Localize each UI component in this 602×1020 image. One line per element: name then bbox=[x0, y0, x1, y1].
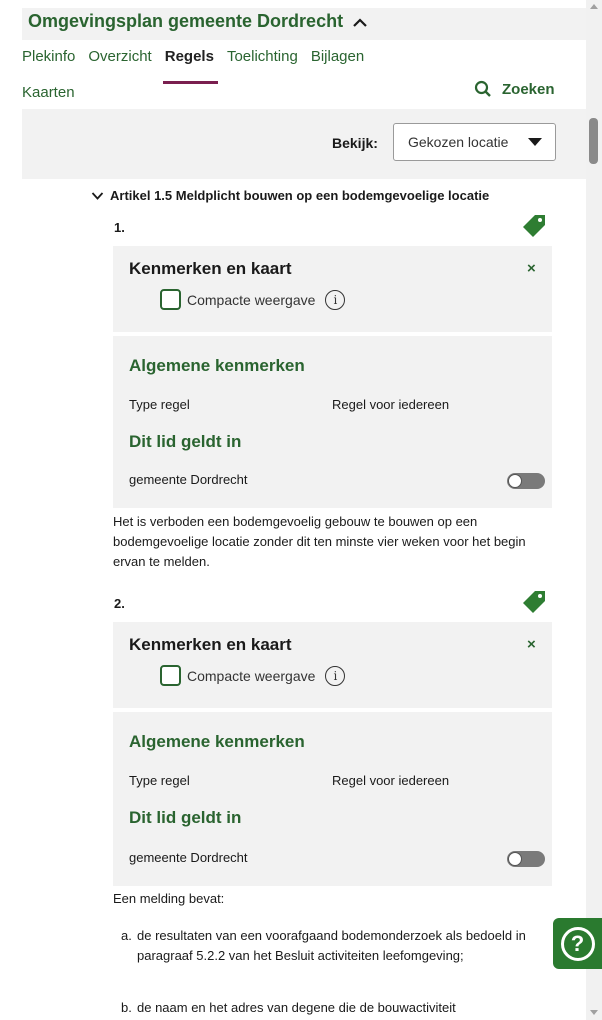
list-marker: a. bbox=[121, 928, 132, 943]
compact-view-checkbox[interactable] bbox=[160, 665, 181, 686]
plan-title[interactable]: Omgevingsplan gemeente Dordrecht bbox=[28, 11, 369, 32]
list-item: a. de resultaten van een voorafgaand bod… bbox=[121, 926, 541, 966]
scrollbar[interactable] bbox=[586, 0, 602, 1020]
tab-bijlagen[interactable]: Bijlagen bbox=[311, 48, 364, 74]
view-label: Bekijk: bbox=[332, 135, 378, 151]
features-panel: Kenmerken en kaart × Compacte weergave i bbox=[113, 246, 552, 332]
chevron-up-icon[interactable] bbox=[351, 15, 369, 29]
rule-type-label: Type regel bbox=[129, 397, 190, 412]
help-icon: ? bbox=[560, 926, 595, 961]
search-icon bbox=[474, 80, 491, 97]
scrollbar-thumb[interactable] bbox=[589, 118, 598, 164]
location-label: gemeente Dordrecht bbox=[129, 850, 248, 865]
plan-header[interactable]: Omgevingsplan gemeente Dordrecht bbox=[22, 8, 586, 40]
tag-icon[interactable] bbox=[522, 214, 546, 238]
toggle-knob bbox=[508, 852, 522, 866]
general-features-title: Algemene kenmerken bbox=[129, 732, 305, 751]
toggle-knob bbox=[508, 474, 522, 488]
page: Omgevingsplan gemeente Dordrecht Plekinf… bbox=[0, 0, 586, 1020]
close-icon[interactable]: × bbox=[527, 636, 536, 653]
compact-view-row: Compacte weergave i bbox=[160, 665, 346, 686]
chevron-down-icon bbox=[91, 191, 104, 200]
tab-kaarten[interactable]: Kaarten bbox=[22, 84, 75, 101]
view-select-value: Gekozen locatie bbox=[408, 134, 509, 150]
plan-title-text: Omgevingsplan gemeente Dordrecht bbox=[28, 11, 344, 31]
rule-type-label: Type regel bbox=[129, 773, 190, 788]
member-number: 2. bbox=[114, 596, 125, 611]
view-bar: Bekijk: Gekozen locatie bbox=[22, 109, 586, 179]
location-toggle[interactable] bbox=[507, 851, 545, 867]
list-marker: b. bbox=[121, 1000, 132, 1015]
list-item-text: de resultaten van een voorafgaand bodemo… bbox=[137, 928, 526, 963]
info-icon[interactable]: i bbox=[325, 665, 346, 686]
search-button[interactable]: Zoeken bbox=[474, 80, 555, 98]
rule-type-value: Regel voor iedereen bbox=[332, 773, 450, 788]
search-label: Zoeken bbox=[502, 80, 555, 98]
info-icon[interactable]: i bbox=[325, 289, 346, 310]
article-heading[interactable]: Artikel 1.5 Meldplicht bouwen op een bod… bbox=[91, 188, 489, 203]
panel-title: Kenmerken en kaart bbox=[129, 635, 292, 654]
rule-type-value: Regel voor iedereen bbox=[332, 397, 450, 412]
compact-view-row: Compacte weergave i bbox=[160, 289, 346, 310]
tab-plekinfo[interactable]: Plekinfo bbox=[22, 48, 75, 74]
dropdown-arrow-icon bbox=[528, 138, 542, 146]
list-item-text: de naam en het adres van degene die de b… bbox=[137, 1000, 456, 1015]
member-text: Een melding bevat: bbox=[113, 891, 225, 906]
member-text: Het is verboden een bodemgevoelig gebouw… bbox=[113, 514, 526, 569]
compact-view-checkbox[interactable] bbox=[160, 289, 181, 310]
features-panel: Kenmerken en kaart × Compacte weergave i bbox=[113, 622, 552, 708]
tab-toelichting[interactable]: Toelichting bbox=[227, 48, 298, 74]
help-button[interactable]: ? bbox=[553, 918, 602, 969]
scroll-down-icon[interactable] bbox=[590, 1010, 598, 1015]
view-select[interactable]: Gekozen locatie bbox=[393, 123, 556, 161]
tab-regels[interactable]: Regels bbox=[162, 48, 219, 84]
general-features-panel: Algemene kenmerken Type regel Regel voor… bbox=[113, 336, 552, 508]
panel-title: Kenmerken en kaart bbox=[129, 259, 292, 278]
article-title: Artikel 1.5 Meldplicht bouwen op een bod… bbox=[110, 188, 490, 203]
location-label: gemeente Dordrecht bbox=[129, 472, 248, 487]
general-features-title: Algemene kenmerken bbox=[129, 356, 305, 375]
tab-bar: Plekinfo Overzicht Regels Toelichting Bi… bbox=[22, 48, 364, 84]
scroll-up-icon[interactable] bbox=[590, 4, 598, 9]
compact-view-label: Compacte weergave bbox=[187, 291, 316, 308]
member-number: 1. bbox=[114, 220, 125, 235]
applies-in-title: Dit lid geldt in bbox=[129, 808, 242, 827]
tab-overzicht[interactable]: Overzicht bbox=[88, 48, 151, 74]
close-icon[interactable]: × bbox=[527, 260, 536, 277]
tag-icon[interactable] bbox=[522, 590, 546, 614]
applies-in-title: Dit lid geldt in bbox=[129, 432, 242, 451]
compact-view-label: Compacte weergave bbox=[187, 667, 316, 684]
list-item: b. de naam en het adres van degene die d… bbox=[121, 998, 541, 1018]
general-features-panel: Algemene kenmerken Type regel Regel voor… bbox=[113, 712, 552, 886]
location-toggle[interactable] bbox=[507, 473, 545, 489]
